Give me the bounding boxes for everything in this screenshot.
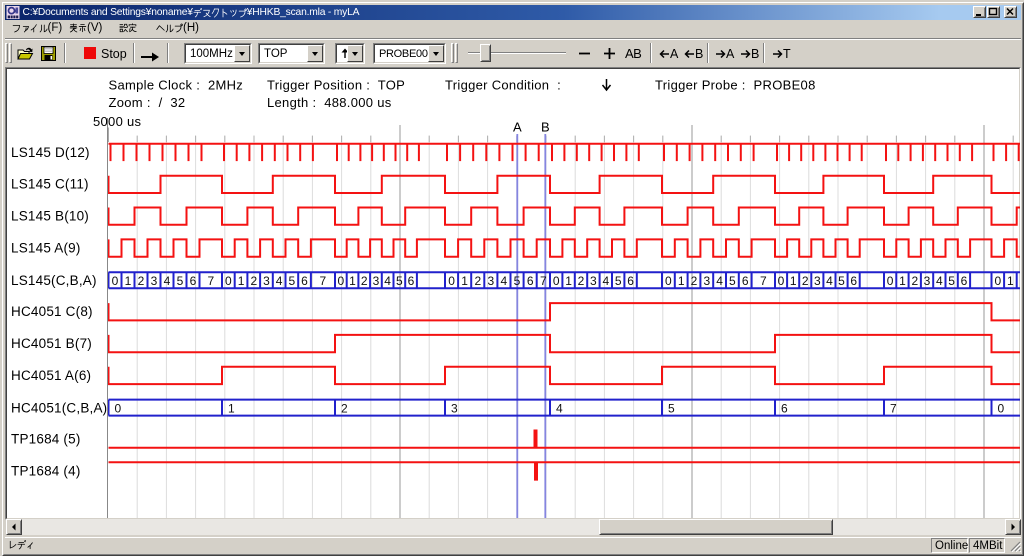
svg-text:A: A: [513, 120, 522, 135]
svg-text:0: 0: [887, 274, 894, 288]
svg-text:6: 6: [301, 274, 308, 288]
svg-text:5: 5: [289, 274, 296, 288]
svg-text:1: 1: [565, 274, 572, 288]
svg-text:2: 2: [578, 274, 585, 288]
svg-text:3: 3: [488, 274, 495, 288]
svg-text:2: 2: [911, 274, 918, 288]
svg-text:5: 5: [396, 274, 403, 288]
svg-text:0: 0: [115, 402, 122, 416]
svg-text:0: 0: [448, 274, 455, 288]
svg-text:6: 6: [850, 274, 857, 288]
svg-text:5000 us: 5000 us: [93, 114, 142, 129]
svg-text:1: 1: [238, 274, 245, 288]
svg-text:3: 3: [151, 274, 158, 288]
svg-text:4: 4: [276, 274, 283, 288]
svg-text:2: 2: [361, 274, 368, 288]
svg-text:3: 3: [451, 402, 458, 416]
svg-text:6: 6: [408, 274, 415, 288]
svg-text:2: 2: [138, 274, 145, 288]
svg-text:1: 1: [790, 274, 797, 288]
svg-text:6: 6: [961, 274, 968, 288]
svg-text:5: 5: [514, 274, 521, 288]
svg-text:4: 4: [384, 274, 391, 288]
svg-text:7: 7: [890, 402, 897, 416]
svg-text:4: 4: [602, 274, 609, 288]
svg-text:4: 4: [936, 274, 943, 288]
svg-text:Trigger Condition :: Trigger Condition :: [445, 78, 592, 93]
svg-text:1: 1: [461, 274, 468, 288]
svg-text:0: 0: [665, 274, 672, 288]
svg-text:Length : 488.000 us: Length : 488.000 us: [267, 95, 392, 110]
svg-text:3: 3: [924, 274, 931, 288]
svg-text:Sample Clock : 2MHz: Sample Clock : 2MHz: [109, 78, 244, 93]
svg-text:4: 4: [164, 274, 171, 288]
svg-text:LS145 C(11): LS145 C(11): [11, 177, 89, 192]
svg-text:6: 6: [527, 274, 534, 288]
svg-text:3: 3: [373, 274, 380, 288]
svg-text:1: 1: [678, 274, 685, 288]
svg-text:Zoom : / 32: Zoom : / 32: [109, 95, 186, 110]
svg-text:3: 3: [814, 274, 821, 288]
svg-text:0: 0: [338, 274, 345, 288]
svg-text:B: B: [541, 120, 550, 135]
svg-text:2: 2: [802, 274, 809, 288]
svg-text:1: 1: [349, 274, 356, 288]
svg-text:1: 1: [228, 402, 235, 416]
svg-text:TP1684 (5): TP1684 (5): [11, 432, 81, 447]
svg-text:5: 5: [948, 274, 955, 288]
svg-text:7: 7: [207, 274, 214, 288]
svg-text:5: 5: [177, 274, 184, 288]
svg-text:HC4051 B(7): HC4051 B(7): [11, 336, 92, 351]
svg-text:0: 0: [998, 402, 1005, 416]
svg-text:3: 3: [590, 274, 597, 288]
svg-text:LS145 B(10): LS145 B(10): [11, 209, 89, 224]
svg-text:3: 3: [263, 274, 270, 288]
svg-text:2: 2: [474, 274, 481, 288]
svg-text:LS145 A(9): LS145 A(9): [11, 240, 81, 255]
svg-text:HC4051 C(8): HC4051 C(8): [11, 304, 93, 319]
svg-text:4: 4: [826, 274, 833, 288]
svg-text:7: 7: [540, 274, 547, 288]
svg-text:3: 3: [703, 274, 710, 288]
svg-text:4: 4: [716, 274, 723, 288]
svg-text:Trigger Probe : PROBE08: Trigger Probe : PROBE08: [655, 78, 816, 93]
svg-text:0: 0: [994, 274, 1001, 288]
svg-text:2: 2: [691, 274, 698, 288]
svg-text:6: 6: [742, 274, 749, 288]
svg-text:0: 0: [553, 274, 560, 288]
svg-text:6: 6: [190, 274, 197, 288]
svg-text:2: 2: [250, 274, 257, 288]
svg-text:1: 1: [899, 274, 906, 288]
svg-text:0: 0: [112, 274, 119, 288]
svg-text:1: 1: [125, 274, 132, 288]
svg-text:HC4051 A(6): HC4051 A(6): [11, 368, 91, 383]
svg-text:LS145 D(12): LS145 D(12): [11, 145, 90, 160]
svg-text:HC4051(C,B,A): HC4051(C,B,A): [11, 400, 107, 415]
svg-text:2: 2: [341, 402, 348, 416]
svg-text:5: 5: [615, 274, 622, 288]
svg-text:4: 4: [501, 274, 508, 288]
svg-text:1: 1: [1007, 274, 1014, 288]
svg-text:5: 5: [729, 274, 736, 288]
svg-text:7: 7: [320, 274, 327, 288]
svg-text:5: 5: [838, 274, 845, 288]
svg-text:4: 4: [556, 402, 563, 416]
svg-text:0: 0: [778, 274, 785, 288]
svg-text:5: 5: [668, 402, 675, 416]
svg-text:6: 6: [781, 402, 788, 416]
svg-text:6: 6: [627, 274, 634, 288]
svg-text:LS145(C,B,A): LS145(C,B,A): [11, 273, 97, 288]
svg-text:Trigger Position : TOP: Trigger Position : TOP: [267, 78, 405, 93]
svg-text:7: 7: [760, 274, 767, 288]
svg-text:0: 0: [225, 274, 232, 288]
svg-text:TP1684 (4): TP1684 (4): [11, 463, 81, 478]
